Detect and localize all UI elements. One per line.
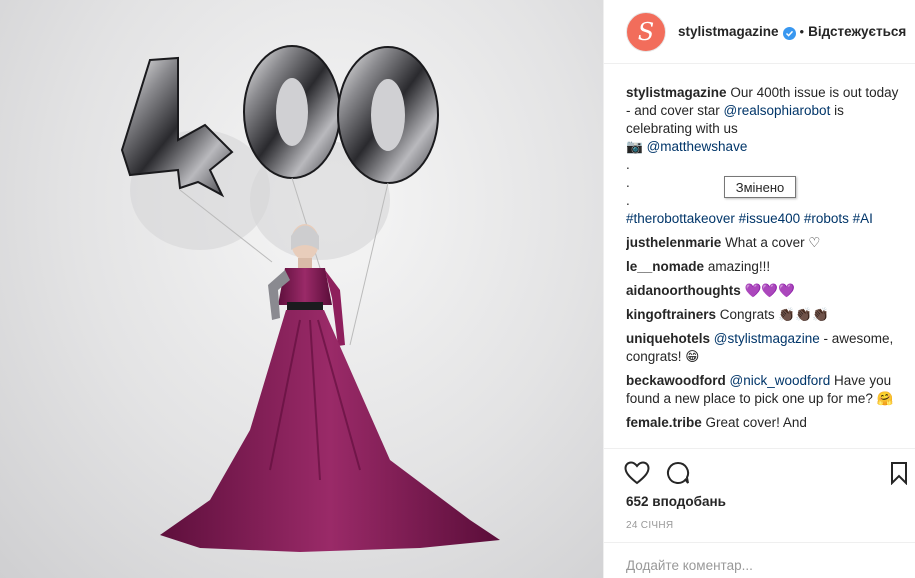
comment-username[interactable]: beckawoodford	[626, 373, 726, 388]
post-panel: S stylistmagazine • Відстежується stylis…	[603, 0, 915, 578]
photo-illustration: 400	[120, 45, 500, 552]
edited-tooltip: Змінено	[724, 176, 796, 198]
comment-item: beckawoodford @nick_woodford Have you fo…	[626, 372, 906, 408]
comment-item: uniquehotels @stylistmagazine - awesome,…	[626, 330, 906, 366]
comment-mention[interactable]: @stylistmagazine	[714, 331, 820, 346]
comment-item: kingoftrainers Congrats 👏🏿👏🏿👏🏿	[626, 306, 906, 324]
caption-mention[interactable]: @matthewshave	[647, 139, 748, 154]
add-comment-area	[604, 542, 915, 578]
verified-badge-icon	[782, 27, 796, 40]
like-heart-icon[interactable]	[624, 461, 650, 488]
caption-dot: .	[626, 157, 630, 172]
comment-username[interactable]: female.tribe	[626, 415, 702, 430]
caption-username[interactable]: stylistmagazine	[626, 85, 727, 100]
following-button[interactable]: Відстежується	[808, 24, 906, 39]
comment-text: Great cover! And	[705, 415, 807, 430]
balloon-zero-1	[243, 45, 341, 179]
comment-item: aidanoorthoughts 💜💜💜	[626, 282, 906, 300]
post-date[interactable]: 24 СІЧНЯ	[626, 520, 673, 531]
caption-mention[interactable]: @realsophiarobot	[724, 103, 831, 118]
comment-username[interactable]: justhelenmarie	[626, 235, 721, 250]
comment-username[interactable]: aidanoorthoughts	[626, 283, 741, 298]
caption: stylistmagazine Our 400th issue is out t…	[626, 84, 906, 228]
robot-figure	[160, 224, 500, 552]
header-username[interactable]: stylistmagazine	[678, 24, 779, 39]
bookmark-icon[interactable]	[890, 461, 908, 488]
comment-text: amazing!!!	[707, 259, 771, 274]
post-photo[interactable]: 400	[0, 0, 603, 578]
post-header: S stylistmagazine • Відстежується	[604, 0, 915, 64]
comment-username[interactable]: le__nomade	[626, 259, 704, 274]
comment-item: le__nomade amazing!!!	[626, 258, 906, 276]
comment-item: female.tribe Great cover! And	[626, 414, 906, 432]
comment-text: 💜💜💜	[744, 283, 795, 298]
header-separator: •	[799, 24, 805, 39]
camera-emoji: 📷	[626, 139, 643, 154]
likes-count[interactable]: 652 вподобань	[626, 494, 726, 509]
comment-mention[interactable]: @nick_woodford	[730, 373, 831, 388]
add-comment-input[interactable]	[626, 558, 896, 573]
comment-bubble-icon[interactable]	[666, 461, 690, 488]
balloon-zero-2	[337, 46, 439, 184]
caption-hashtags[interactable]: #therobottakeover #issue400 #robots #AI	[626, 210, 906, 228]
comment-username[interactable]: kingoftrainers	[626, 307, 716, 322]
comments-list: stylistmagazine Our 400th issue is out t…	[626, 84, 906, 446]
comment-username[interactable]: uniquehotels	[626, 331, 710, 346]
avatar[interactable]: S	[626, 11, 666, 52]
comment-item: justhelenmarie What a cover ♡	[626, 234, 906, 252]
comment-text: What a cover ♡	[725, 235, 821, 250]
comment-text: Congrats 👏🏿👏🏿👏🏿	[719, 307, 829, 322]
